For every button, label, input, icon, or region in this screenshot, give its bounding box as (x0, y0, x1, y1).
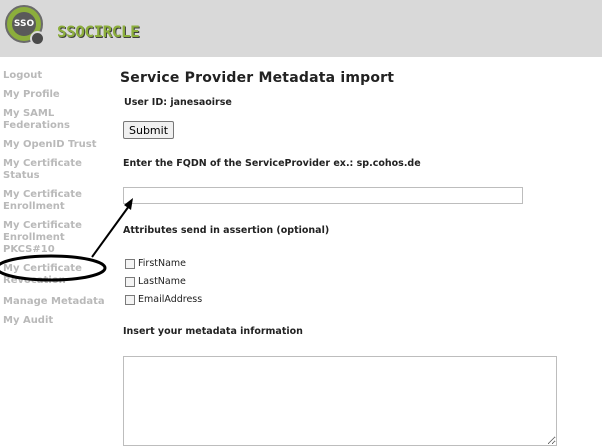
sidebar-item-my-profile[interactable]: My Profile (3, 89, 115, 101)
user-id-text: User ID: janesaoirse (124, 97, 232, 108)
lastname-checkbox[interactable] (125, 276, 135, 287)
attribute-row-emailaddress: EmailAddress (125, 294, 202, 305)
sidebar-item-my-certificate-enrollment-pkcs10[interactable]: My Certificate Enrollment PKCS#10 (3, 220, 115, 256)
sidebar-item-logout[interactable]: Logout (3, 70, 115, 82)
sidebar-item-my-saml-federations[interactable]: My SAML Federations (3, 108, 115, 132)
sidebar-item-my-certificate-status[interactable]: My Certificate Status (3, 158, 115, 182)
sidebar-item-my-certificate-revocation[interactable]: My Certificate Revocation (3, 263, 115, 287)
attributes-label: Attributes send in assertion (optional) (123, 225, 330, 236)
sidebar-nav: Logout My Profile My SAML Federations My… (3, 68, 115, 327)
fqdn-input[interactable] (123, 187, 523, 204)
page-title: Service Provider Metadata import (120, 70, 395, 86)
sidebar-item-my-certificate-enrollment[interactable]: My Certificate Enrollment (3, 189, 115, 213)
attribute-row-lastname: LastName (125, 276, 186, 287)
sidebar-item-my-openid-trust[interactable]: My OpenID Trust (3, 139, 115, 151)
header-bar: SSO SSOCIRCLE (0, 0, 602, 57)
metadata-label: Insert your metadata information (123, 326, 303, 337)
firstname-checkbox[interactable] (125, 258, 135, 269)
submit-button[interactable]: Submit (123, 121, 174, 139)
sidebar-item-my-audit[interactable]: My Audit (3, 315, 115, 327)
sidebar-item-manage-metadata[interactable]: Manage Metadata (3, 296, 115, 308)
emailaddress-checkbox[interactable] (125, 294, 135, 305)
logo-dot-icon (30, 31, 45, 46)
fqdn-label: Enter the FQDN of the ServiceProvider ex… (123, 158, 421, 169)
firstname-label: FirstName (138, 258, 187, 269)
lastname-label: LastName (138, 276, 186, 287)
emailaddress-label: EmailAddress (138, 294, 203, 305)
metadata-textarea[interactable] (123, 356, 557, 446)
logo-text: SSOCIRCLE (57, 22, 140, 41)
attribute-row-firstname: FirstName (125, 258, 186, 269)
